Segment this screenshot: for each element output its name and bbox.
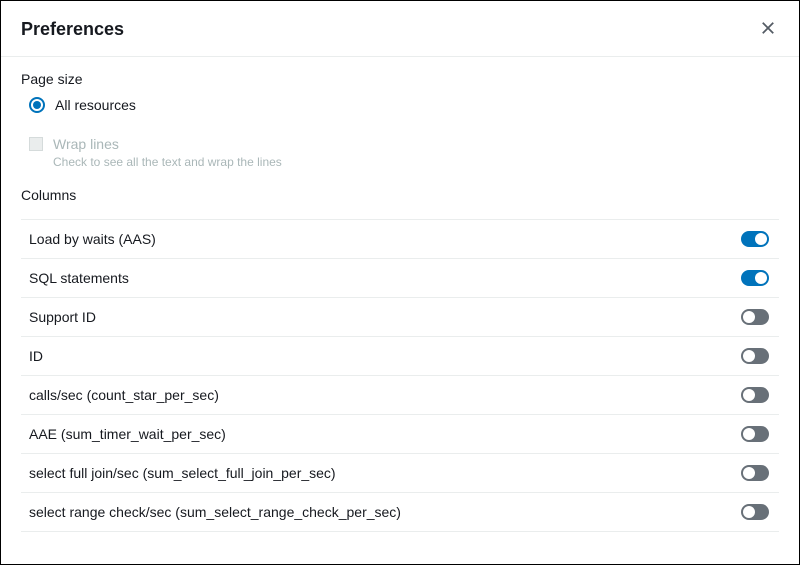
close-button[interactable] (757, 17, 779, 42)
column-row: ID (21, 336, 779, 375)
wrap-lines-option: Wrap lines Check to see all the text and… (29, 135, 779, 169)
column-toggle[interactable] (741, 387, 769, 403)
column-toggle[interactable] (741, 270, 769, 286)
checkbox-disabled-icon (29, 137, 43, 151)
toggle-knob-icon (755, 233, 767, 245)
toggle-knob-icon (743, 311, 755, 323)
column-label: SQL statements (29, 270, 129, 286)
column-toggle[interactable] (741, 426, 769, 442)
wrap-lines-description: Check to see all the text and wrap the l… (53, 155, 282, 169)
modal-header: Preferences (1, 1, 799, 57)
column-label: calls/sec (count_star_per_sec) (29, 387, 219, 403)
column-row: calls/sec (count_star_per_sec) (21, 375, 779, 414)
page-size-option-label: All resources (55, 97, 136, 113)
toggle-knob-icon (743, 389, 755, 401)
column-row: AAE (sum_timer_wait_per_sec) (21, 414, 779, 453)
column-row: SQL statements (21, 258, 779, 297)
toggle-knob-icon (743, 350, 755, 362)
radio-selected-icon (29, 97, 45, 113)
column-label: Support ID (29, 309, 96, 325)
wrap-lines-texts: Wrap lines Check to see all the text and… (53, 135, 282, 169)
page-size-label: Page size (21, 71, 779, 87)
column-label: AAE (sum_timer_wait_per_sec) (29, 426, 226, 442)
columns-label: Columns (21, 187, 779, 203)
page-size-option-all[interactable]: All resources (29, 97, 779, 113)
column-row: select full join/sec (sum_select_full_jo… (21, 453, 779, 492)
column-label: Load by waits (AAS) (29, 231, 156, 247)
column-toggle[interactable] (741, 309, 769, 325)
column-toggle[interactable] (741, 465, 769, 481)
page-size-section: Page size All resources (21, 71, 779, 113)
close-icon (761, 21, 775, 38)
column-row: Load by waits (AAS) (21, 219, 779, 258)
column-label: select full join/sec (sum_select_full_jo… (29, 465, 336, 481)
columns-list: Load by waits (AAS) SQL statements Support… (21, 219, 779, 532)
toggle-knob-icon (743, 428, 755, 440)
modal-body: Page size All resources Wrap lines Check… (1, 57, 799, 532)
column-row: Support ID (21, 297, 779, 336)
column-row: select range check/sec (sum_select_range… (21, 492, 779, 532)
column-label: select range check/sec (sum_select_range… (29, 504, 401, 520)
toggle-knob-icon (743, 467, 755, 479)
toggle-knob-icon (755, 272, 767, 284)
column-label: ID (29, 348, 43, 364)
wrap-lines-label: Wrap lines (53, 135, 282, 153)
column-toggle[interactable] (741, 504, 769, 520)
modal-title: Preferences (21, 19, 124, 40)
columns-section: Columns Load by waits (AAS) SQL statement… (21, 187, 779, 532)
toggle-knob-icon (743, 506, 755, 518)
column-toggle[interactable] (741, 231, 769, 247)
column-toggle[interactable] (741, 348, 769, 364)
